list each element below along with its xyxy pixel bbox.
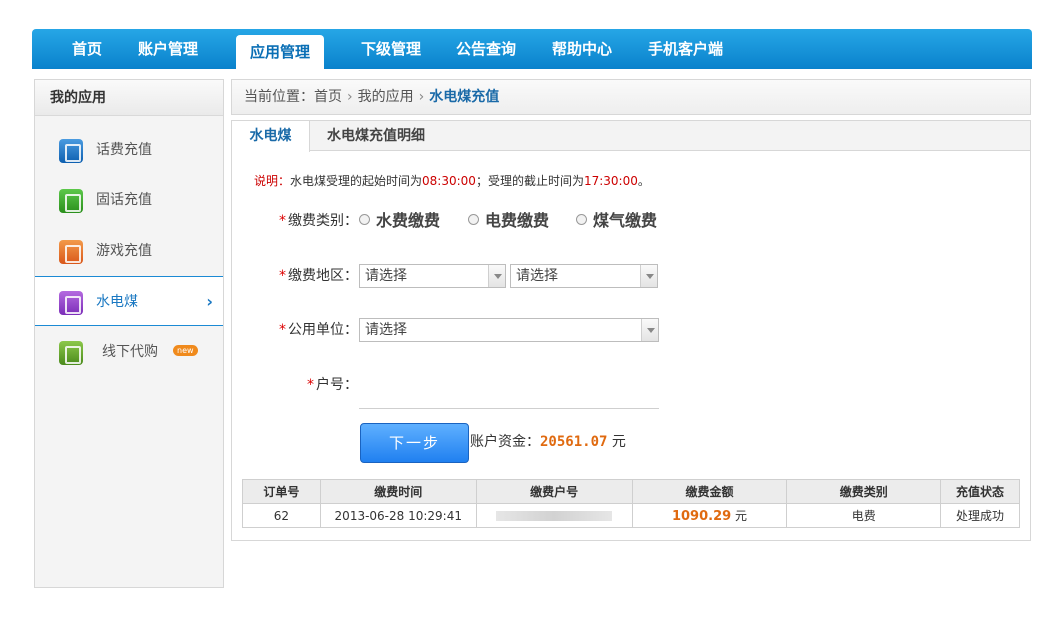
chevron-down-icon — [640, 265, 657, 287]
radio-water[interactable]: 水费缴费 — [359, 209, 440, 233]
col-type: 缴费类别 — [786, 479, 942, 504]
nav-apps[interactable]: 应用管理 — [236, 35, 325, 69]
cell-pay-time: 2013-06-28 10:29:41 — [319, 503, 477, 528]
breadcrumb-home[interactable]: 首页 — [314, 89, 342, 105]
account-number-label: * 户号： — [307, 377, 358, 393]
account-number-row: * 户号： — [232, 373, 1030, 409]
sidebar-item-phone-recharge[interactable]: 话费充值 — [35, 125, 223, 175]
sidebar-item-label: 固话充值 — [96, 192, 152, 208]
radio-electricity[interactable]: 电费缴费 — [468, 209, 549, 233]
account-number-input[interactable] — [359, 373, 659, 409]
tab-utilities[interactable]: 水电煤 — [232, 121, 310, 152]
region-row: * 缴费地区： 请选择 请选择 — [232, 264, 1030, 288]
sidebar-item-label: 游戏充值 — [96, 243, 152, 259]
orders-table: 订单号 缴费时间 缴费户号 缴费金额 缴费类别 充值状态 62 2013-06-… — [242, 479, 1020, 528]
col-status: 充值状态 — [940, 479, 1020, 504]
col-account: 缴费户号 — [475, 479, 633, 504]
radio-icon — [468, 214, 479, 225]
phone-icon — [59, 139, 83, 163]
notice-text: 水电煤受理的起始时间为 — [290, 174, 423, 188]
chevron-down-icon — [641, 319, 658, 341]
new-badge: new — [173, 345, 198, 356]
notice: 说明：水电煤受理的起始时间为08:30:00；受理的截止时间为17:30:00。 — [254, 172, 650, 189]
utility-company-label: * 公用单位： — [279, 322, 358, 338]
funds-unit: 元 — [611, 434, 626, 450]
cell-account — [475, 503, 633, 528]
cell-status: 处理成功 — [940, 503, 1020, 528]
nav-help[interactable]: 帮助中心 — [552, 29, 612, 69]
nav-announcements[interactable]: 公告查询 — [456, 29, 516, 69]
radio-gas[interactable]: 煤气缴费 — [576, 209, 657, 233]
table-row: 62 2013-06-28 10:29:41 1090.29 元 电费 处理成功 — [242, 503, 1020, 528]
radio-icon — [359, 214, 370, 225]
redacted-account — [496, 511, 613, 521]
nav-sub-accounts[interactable]: 下级管理 — [361, 29, 421, 69]
breadcrumb-current: 水电煤充值 — [429, 89, 500, 105]
breadcrumb-separator: › — [347, 89, 353, 105]
notice-end-time: 17:30:00 — [583, 174, 638, 188]
notice-label: 说明： — [254, 174, 291, 188]
sidebar-title: 我的应用 — [35, 80, 223, 116]
col-pay-time: 缴费时间 — [319, 479, 477, 504]
col-order-id: 订单号 — [242, 479, 321, 504]
city-select[interactable]: 请选择 — [510, 264, 658, 288]
account-funds: 账户资金：20561.07 元 — [470, 431, 626, 453]
sidebar-item-label: 话费充值 — [96, 142, 152, 158]
col-amount: 缴费金额 — [631, 479, 788, 504]
cell-amount: 1090.29 元 — [631, 503, 788, 528]
nav-mobile-client[interactable]: 手机客户端 — [648, 29, 723, 69]
chevron-right-icon: › — [206, 292, 213, 311]
next-button[interactable]: 下一步 — [360, 423, 469, 463]
region-label: * 缴费地区： — [279, 268, 358, 284]
sidebar-item-label: 线下代购 — [102, 344, 158, 360]
payment-type-label: * 缴费类别： — [279, 213, 358, 229]
top-nav: 首页 账户管理 应用管理 下级管理 公告查询 帮助中心 手机客户端 — [32, 29, 1032, 69]
breadcrumb-my-apps[interactable]: 我的应用 — [358, 89, 414, 105]
cell-type: 电费 — [786, 503, 942, 528]
main-panel: 水电煤 水电煤充值明细 说明：水电煤受理的起始时间为08:30:00；受理的截止… — [231, 120, 1031, 541]
sidebar-item-utilities[interactable]: 水电煤 › — [35, 276, 223, 326]
sidebar-item-landline-recharge[interactable]: 固话充值 — [35, 175, 223, 225]
breadcrumb-separator: › — [418, 89, 425, 105]
breadcrumb: 当前位置：首页 › 我的应用 › 水电煤充值 — [231, 79, 1031, 115]
utility-company-row: * 公用单位： 请选择 — [232, 318, 1030, 342]
utility-company-select[interactable]: 请选择 — [359, 318, 659, 342]
chevron-down-icon — [488, 265, 505, 287]
funds-label: 账户资金： — [470, 434, 540, 450]
sidebar-item-label: 水电煤 — [96, 294, 138, 310]
province-select[interactable]: 请选择 — [359, 264, 506, 288]
page: 首页 账户管理 应用管理 下级管理 公告查询 帮助中心 手机客户端 我的应用 话… — [0, 0, 1062, 627]
breadcrumb-prefix: 当前位置： — [244, 89, 314, 105]
tab-bar: 水电煤 水电煤充值明细 — [232, 121, 1030, 152]
table-header-row: 订单号 缴费时间 缴费户号 缴费金额 缴费类别 充值状态 — [242, 479, 1020, 504]
notice-text: ；受理的截止时间为 — [475, 174, 584, 188]
cart-icon — [59, 341, 83, 365]
cell-order-id: 62 — [242, 503, 321, 528]
funds-amount: 20561.07 — [540, 434, 608, 450]
tab-utilities-history[interactable]: 水电煤充值明细 — [327, 121, 425, 151]
radio-icon — [576, 214, 587, 225]
gamepad-icon — [59, 240, 83, 264]
utility-icon — [59, 291, 83, 315]
nav-home[interactable]: 首页 — [72, 29, 102, 69]
telephone-icon — [59, 189, 83, 213]
sidebar: 我的应用 话费充值 固话充值 游戏充值 水电煤 › 线下代购 new — [34, 79, 224, 588]
notice-text: 。 — [637, 174, 650, 188]
nav-account[interactable]: 账户管理 — [138, 29, 198, 69]
payment-type-row: * 缴费类别： 水费缴费 电费缴费 煤气缴费 — [232, 209, 1030, 233]
sidebar-item-game-recharge[interactable]: 游戏充值 — [35, 226, 223, 276]
notice-start-time: 08:30:00 — [422, 174, 476, 188]
